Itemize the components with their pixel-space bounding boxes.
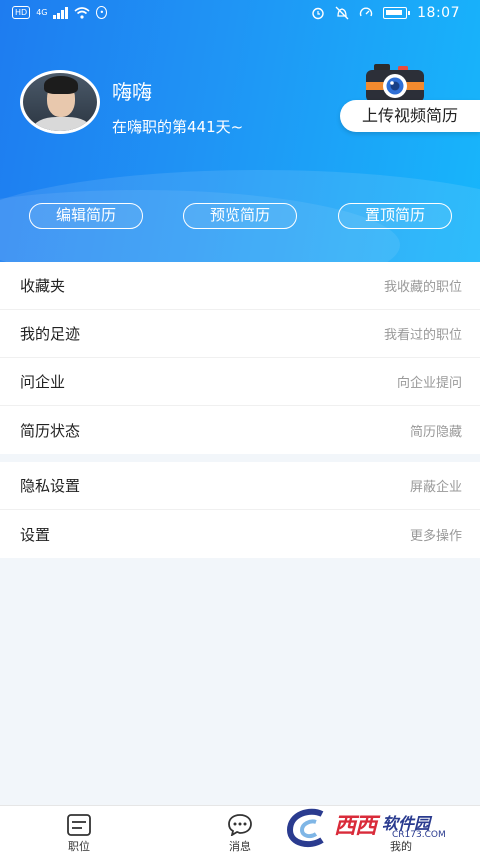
list-icon — [67, 814, 91, 836]
alarm-icon — [312, 7, 324, 20]
watermark-logo: 西西 软件园 CR173.COM — [282, 806, 462, 850]
section-divider — [0, 454, 480, 462]
speedometer-icon — [359, 7, 373, 17]
menu-item-footprints[interactable]: 我的足迹 我看过的职位 — [0, 310, 480, 358]
menu-item-label: 我的足迹 — [20, 325, 81, 343]
menu-item-settings[interactable]: 设置 更多操作 — [0, 510, 480, 558]
camera-icon — [366, 64, 424, 102]
notification-icon: • — [96, 6, 108, 19]
menu-item-ask-company[interactable]: 问企业 向企业提问 — [0, 358, 480, 406]
menu-item-hint: 我看过的职位 — [383, 328, 462, 343]
menu-item-label: 设置 — [20, 525, 51, 544]
menu-item-hint: 更多操作 — [409, 528, 462, 544]
edit-resume-button[interactable]: 编辑简历 — [29, 203, 143, 229]
status-bar: HD 4G • 18:07 — [0, 0, 480, 28]
watermark-sub: CR173.COM — [392, 830, 446, 840]
profile-header: HD 4G • 18:07 嗨嗨 在嗨职的第441天~ 上传视频简历 编辑简历 … — [0, 0, 480, 262]
menu-item-label: 收藏夹 — [20, 277, 66, 295]
menu-item-hint: 向企业提问 — [396, 376, 462, 391]
pin-resume-button[interactable]: 置顶简历 — [338, 203, 452, 229]
avatar[interactable] — [20, 70, 100, 134]
hd-badge: HD — [12, 6, 31, 19]
menu-list: 收藏夹 我收藏的职位 我的足迹 我看过的职位 问企业 向企业提问 简历状态 简历… — [0, 262, 480, 558]
menu-item-favorites[interactable]: 收藏夹 我收藏的职位 — [0, 262, 480, 310]
upload-video-resume-button[interactable]: 上传视频简历 — [340, 100, 480, 132]
menu-item-hint: 我收藏的职位 — [383, 280, 462, 295]
nav-messages[interactable]: 消息 — [210, 806, 270, 853]
battery-icon — [383, 7, 411, 19]
menu-item-resume-status[interactable]: 简历状态 简历隐藏 — [0, 406, 480, 454]
menu-item-privacy[interactable]: 隐私设置 屏蔽企业 — [0, 462, 480, 510]
menu-item-label: 简历状态 — [20, 421, 81, 440]
nav-jobs[interactable]: 职位 — [49, 806, 109, 853]
mute-bell-icon — [335, 6, 349, 20]
clock: 18:07 — [417, 5, 460, 21]
watermark-swoosh — [286, 808, 324, 848]
nav-label: 消息 — [229, 840, 251, 853]
watermark-main: 西西 — [334, 814, 377, 839]
menu-item-hint: 屏蔽企业 — [409, 480, 462, 495]
menu-item-label: 问企业 — [20, 373, 66, 391]
menu-item-label: 隐私设置 — [20, 477, 81, 495]
menu-item-hint: 简历隐藏 — [409, 424, 462, 440]
nav-label: 职位 — [68, 840, 90, 853]
wifi-icon — [74, 6, 91, 19]
signal-icon — [53, 6, 69, 19]
network-type: 4G — [36, 8, 48, 17]
preview-resume-button[interactable]: 预览简历 — [183, 203, 297, 229]
chat-icon — [228, 814, 252, 836]
username: 嗨嗨 — [112, 80, 152, 104]
member-days: 在嗨职的第441天~ — [112, 118, 244, 136]
